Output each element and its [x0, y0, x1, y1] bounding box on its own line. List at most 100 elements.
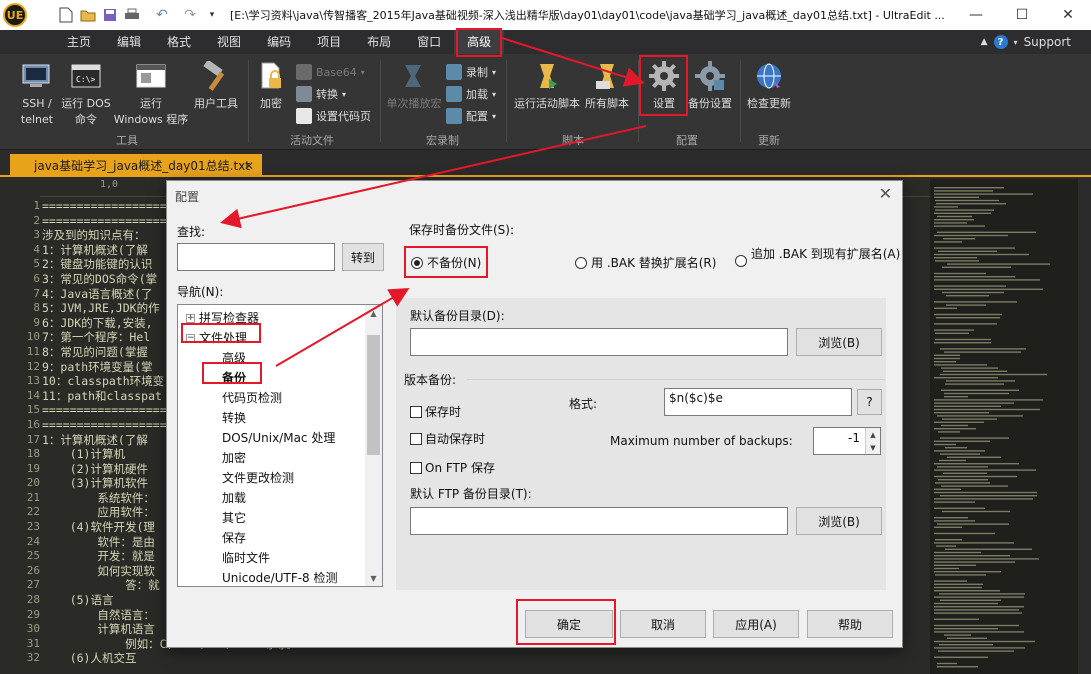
single-play-macro-button[interactable]: 单次播放宏: [384, 60, 444, 112]
ssh-telnet-button[interactable]: SSH / telnet: [14, 60, 60, 128]
scroll-down-icon[interactable]: ▼: [365, 570, 382, 586]
undo-icon[interactable]: ↶: [152, 5, 172, 25]
radio-no-backup[interactable]: 不备份(N): [411, 254, 481, 271]
collapse-ribbon-icon[interactable]: ▲: [981, 37, 988, 47]
apply-button[interactable]: 应用(A): [713, 610, 799, 638]
tab-file[interactable]: java基础学习_java概述_day01总结.txt ✕: [10, 154, 262, 177]
default-dir-input[interactable]: [410, 328, 788, 356]
menu-project[interactable]: 项目: [304, 30, 354, 54]
minimize-button[interactable]: —: [953, 0, 999, 30]
default-dir-label: 默认备份目录(D):: [410, 309, 505, 323]
open-folder-icon[interactable]: [78, 5, 98, 25]
tree-item-change-detect[interactable]: 文件更改检测: [222, 469, 294, 486]
checkbox-autosave[interactable]: 自动保存时: [410, 430, 485, 447]
format-input[interactable]: $n($c)$e: [664, 388, 852, 416]
tree-scrollbar[interactable]: ▲ ▼: [365, 305, 382, 586]
tree-item-codepage[interactable]: 代码页检测: [222, 389, 282, 406]
run-active-script-button[interactable]: 运行活动脚本: [512, 60, 582, 112]
new-file-icon[interactable]: [56, 5, 76, 25]
browse-ftp-button[interactable]: 浏览(B): [796, 507, 882, 535]
minimap-line: [934, 532, 995, 535]
tab-close-icon[interactable]: ✕: [244, 159, 254, 173]
ok-button[interactable]: 确定: [525, 610, 613, 638]
config-macro-button[interactable]: 配置 ▾: [446, 106, 496, 126]
tree-item-file-handling[interactable]: − 文件处理: [186, 329, 247, 346]
help-icon[interactable]: ?: [993, 35, 1008, 49]
all-scripts-button[interactable]: 所有脚本: [582, 60, 632, 112]
tree-item-dos-unix[interactable]: DOS/Unix/Mac 处理: [222, 429, 335, 446]
convert-button[interactable]: 转换 ▾: [296, 84, 346, 104]
cancel-button[interactable]: 取消: [620, 610, 706, 638]
menu-edit[interactable]: 编辑: [104, 30, 154, 54]
radio-append-bak[interactable]: 追加 .BAK 到现有扩展名(A): [735, 247, 901, 267]
tree-item-load[interactable]: 加载: [222, 489, 246, 506]
tree-item-convert[interactable]: 转换: [222, 409, 246, 426]
menu-home[interactable]: 主页: [54, 30, 104, 54]
menu-layout[interactable]: 布局: [354, 30, 404, 54]
tree-item-save[interactable]: 保存: [222, 529, 246, 546]
tree-item-other[interactable]: 其它: [222, 509, 246, 526]
backup-settings-button[interactable]: 备份设置: [688, 60, 732, 112]
dropdown-icon[interactable]: ▾: [202, 5, 222, 25]
dialog-close-button[interactable]: ✕: [879, 184, 892, 203]
tree-item-label: 拼写检查器: [199, 311, 260, 325]
tree-item-encrypt[interactable]: 加密: [222, 449, 246, 466]
minimap-line: [934, 656, 988, 658]
spin-up-icon[interactable]: ▲: [865, 428, 880, 441]
nav-tree[interactable]: + 拼写检查器 − 文件处理 高级 备份 代码页检测 转换 DOS/Unix/Mac…: [177, 304, 383, 587]
search-input[interactable]: [177, 243, 335, 271]
print-icon[interactable]: [122, 5, 142, 25]
menu-coding[interactable]: 编码: [254, 30, 304, 54]
check-update-button[interactable]: 检查更新: [744, 60, 794, 112]
base64-button[interactable]: Base64 ▾: [296, 62, 365, 82]
scroll-up-icon[interactable]: ▲: [365, 305, 382, 321]
close-window-button[interactable]: ✕: [1045, 0, 1091, 30]
tree-item-unicode[interactable]: Unicode/UTF-8 检测: [222, 569, 338, 586]
save-icon[interactable]: [100, 5, 120, 25]
tree-collapse-icon[interactable]: −: [186, 334, 195, 343]
run-dos-button[interactable]: C:\> 运行 DOS 命令: [60, 60, 112, 128]
encrypt-button[interactable]: 加密: [254, 60, 288, 112]
tree-item-advanced[interactable]: 高级: [222, 349, 246, 366]
radio-label: 追加 .BAK 到现有扩展名(A): [751, 247, 901, 261]
help-dropdown-icon[interactable]: ▾: [1014, 38, 1018, 47]
support-link[interactable]: Support: [1024, 35, 1071, 49]
minimap-line: [935, 332, 969, 334]
scroll-thumb[interactable]: [367, 335, 380, 455]
run-windows-program-button[interactable]: 运行 Windows 程序: [112, 60, 190, 128]
load-macro-button[interactable]: 加载 ▾: [446, 84, 496, 104]
tree-item-temp-files[interactable]: 临时文件: [222, 549, 270, 566]
tree-item-spellcheck[interactable]: + 拼写检查器: [186, 309, 259, 326]
minimap-line: [934, 196, 979, 198]
spin-down-icon[interactable]: ▼: [865, 441, 880, 454]
goto-button[interactable]: 转到: [342, 243, 384, 271]
radio-replace-bak[interactable]: 用 .BAK 替换扩展名(R): [575, 254, 716, 271]
menu-view[interactable]: 视图: [204, 30, 254, 54]
minimap-line: [934, 307, 957, 309]
menu-advanced[interactable]: 高级: [454, 30, 505, 54]
minimap-line: [934, 618, 979, 620]
menu-format[interactable]: 格式: [154, 30, 204, 54]
checkbox-on-save[interactable]: 保存时: [410, 403, 461, 420]
help-button[interactable]: 帮助: [807, 610, 893, 638]
minimap[interactable]: [930, 179, 1078, 674]
line-number: 2: [33, 213, 40, 227]
minimap-line: [934, 276, 1015, 278]
user-tools-button[interactable]: 用户工具: [190, 60, 242, 112]
minimap-line: [934, 624, 1019, 627]
settings-button[interactable]: 设置: [642, 60, 686, 112]
redo-icon[interactable]: ↷: [180, 5, 200, 25]
editor-scrollbar[interactable]: [1078, 179, 1091, 674]
record-button[interactable]: 录制 ▾: [446, 62, 496, 82]
tree-expand-icon[interactable]: +: [186, 314, 195, 323]
format-help-button[interactable]: ?: [857, 389, 882, 415]
app-logo[interactable]: UE: [0, 0, 30, 30]
browse-button[interactable]: 浏览(B): [796, 328, 882, 356]
maximize-button[interactable]: ☐: [999, 0, 1045, 30]
menu-window[interactable]: 窗口: [404, 30, 454, 54]
max-backups-spinner[interactable]: -1 ▲ ▼: [813, 427, 881, 455]
ftp-dir-input[interactable]: [410, 507, 788, 535]
tree-item-backup[interactable]: 备份: [222, 369, 246, 386]
checkbox-on-ftp[interactable]: On FTP 保存: [410, 459, 495, 476]
set-codepage-button[interactable]: 设置代码页: [296, 106, 371, 126]
